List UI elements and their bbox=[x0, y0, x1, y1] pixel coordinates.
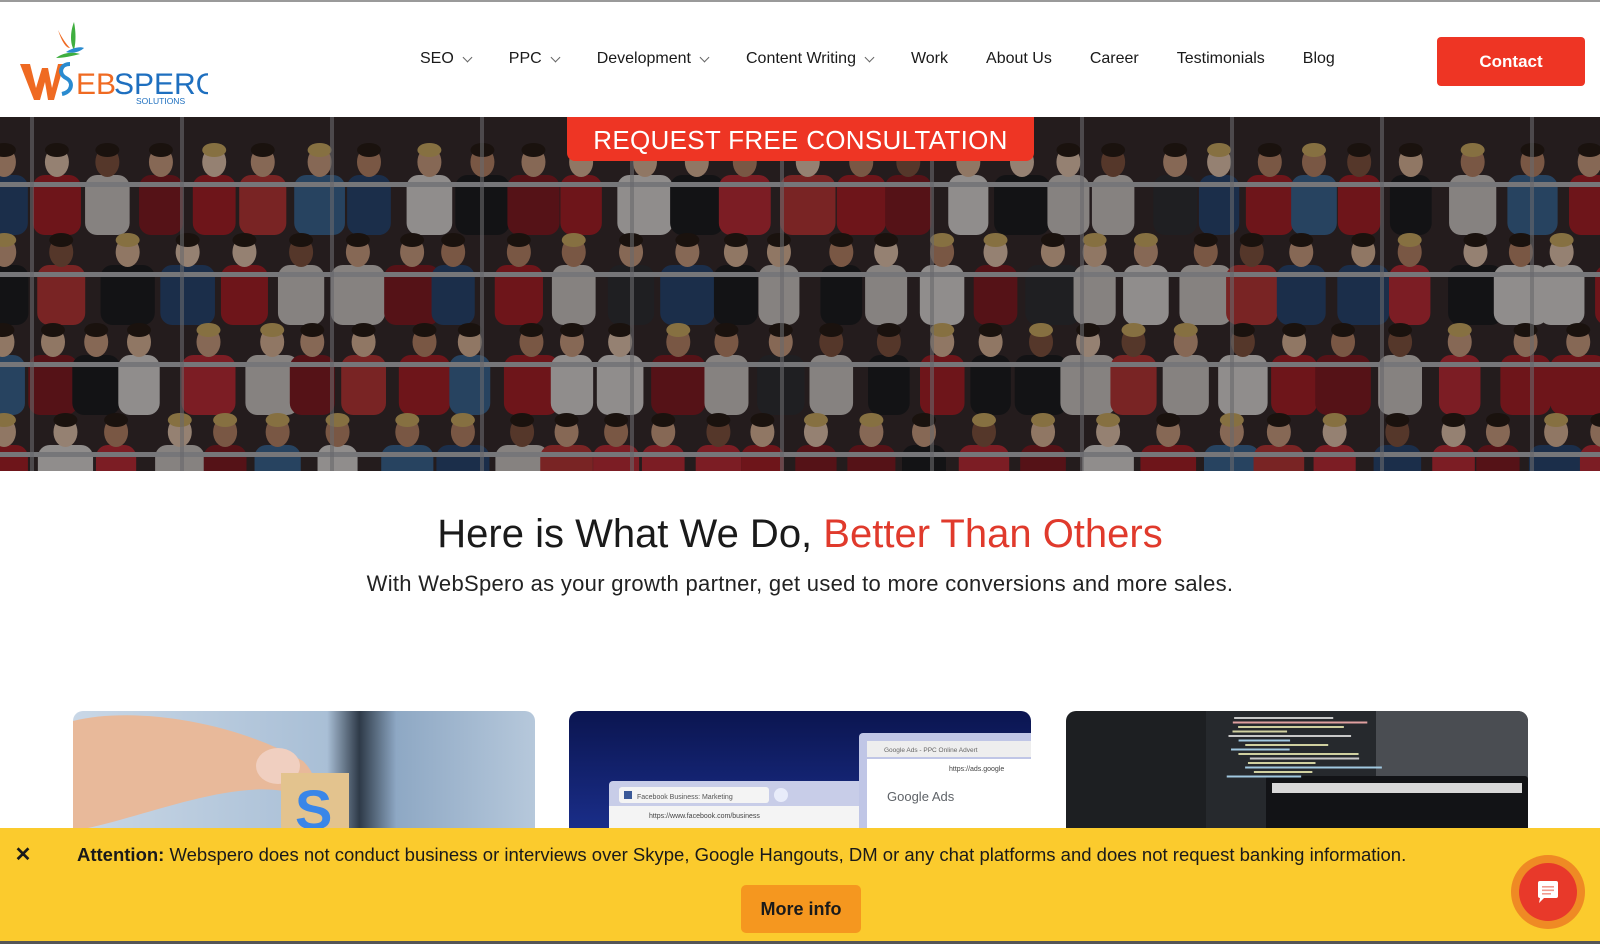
chat-button[interactable] bbox=[1511, 855, 1585, 929]
nav-label: Testimonials bbox=[1176, 50, 1265, 67]
nav-item-about-us[interactable]: About Us bbox=[986, 50, 1052, 68]
nav-item-content-writing[interactable]: Content Writing bbox=[745, 50, 875, 68]
chevron-down-icon bbox=[864, 52, 875, 62]
ppc-brand-text: Google Ads bbox=[887, 789, 955, 804]
ppc-url2-text: https://ads.google bbox=[949, 766, 1004, 773]
close-icon[interactable]: ✕ bbox=[14, 842, 32, 867]
nav-label: PPC bbox=[508, 50, 542, 67]
nav-item-work[interactable]: Work bbox=[911, 50, 948, 68]
site-header: EB SPERO SOLUTIONS SEO PPC Development C… bbox=[0, 2, 1600, 117]
nav-label: Content Writing bbox=[745, 50, 856, 67]
section-title-accent: Better Than Others bbox=[823, 512, 1163, 556]
development-card-image bbox=[1066, 711, 1528, 831]
more-info-button[interactable]: More info bbox=[741, 885, 861, 933]
nav-label: Work bbox=[910, 50, 949, 67]
contact-button[interactable]: Contact bbox=[1437, 37, 1585, 86]
attention-banner: ✕ Attention: Webspero does not conduct b… bbox=[0, 828, 1600, 944]
main-nav: SEO PPC Development Content Writing Work… bbox=[420, 50, 1373, 68]
nav-item-seo[interactable]: SEO bbox=[420, 50, 473, 68]
service-card-seo[interactable]: S bbox=[73, 711, 535, 831]
ppc-url1-text: https://www.facebook.com/business bbox=[649, 813, 760, 820]
chevron-down-icon bbox=[462, 52, 473, 62]
webspero-logo-icon: EB SPERO SOLUTIONS bbox=[20, 22, 219, 106]
nav-label: Blog bbox=[1302, 50, 1335, 67]
chat-button-inner bbox=[1519, 863, 1577, 921]
attention-text: Webspero does not conduct business or in… bbox=[164, 844, 1407, 865]
section-title: Here is What We Do, Better Than Others bbox=[0, 512, 1600, 557]
svg-text:EB: EB bbox=[76, 68, 116, 101]
nav-label: About Us bbox=[986, 50, 1052, 67]
logo[interactable]: EB SPERO SOLUTIONS bbox=[18, 18, 219, 108]
ppc-tab2-text: Google Ads - PPC Online Advert bbox=[884, 747, 978, 754]
nav-label: Development bbox=[596, 50, 691, 67]
hero-banner bbox=[0, 117, 1600, 471]
nav-label: Career bbox=[1089, 50, 1139, 67]
request-consultation-button[interactable]: REQUEST FREE CONSULTATION bbox=[567, 117, 1034, 161]
nav-item-ppc[interactable]: PPC bbox=[508, 50, 561, 68]
service-card-ppc[interactable]: Facebook Business: Marketing https://www… bbox=[569, 711, 1031, 831]
nav-item-career[interactable]: Career bbox=[1090, 50, 1139, 68]
seo-card-image: S bbox=[73, 711, 535, 831]
chat-bubble-icon bbox=[1538, 881, 1558, 903]
service-card-development[interactable] bbox=[1066, 711, 1528, 831]
ppc-card-image: Facebook Business: Marketing https://www… bbox=[569, 711, 1031, 831]
nav-item-development[interactable]: Development bbox=[596, 50, 710, 68]
nav-item-testimonials[interactable]: Testimonials bbox=[1177, 50, 1265, 68]
attention-label: Attention: bbox=[77, 844, 165, 865]
nav-item-blog[interactable]: Blog bbox=[1303, 50, 1335, 68]
svg-text:S: S bbox=[295, 778, 332, 831]
section-title-main: Here is What We Do, bbox=[437, 512, 824, 556]
nav-label: SEO bbox=[420, 50, 454, 67]
attention-message: Attention: Webspero does not conduct bus… bbox=[77, 844, 1406, 866]
chevron-down-icon bbox=[699, 52, 710, 62]
hero-overlay bbox=[0, 117, 1600, 471]
ppc-tab1-text: Facebook Business: Marketing bbox=[637, 794, 733, 801]
section-subtitle: With WebSpero as your growth partner, ge… bbox=[366, 571, 1234, 596]
chevron-down-icon bbox=[550, 52, 561, 62]
svg-text:SOLUTIONS: SOLUTIONS bbox=[136, 96, 185, 106]
